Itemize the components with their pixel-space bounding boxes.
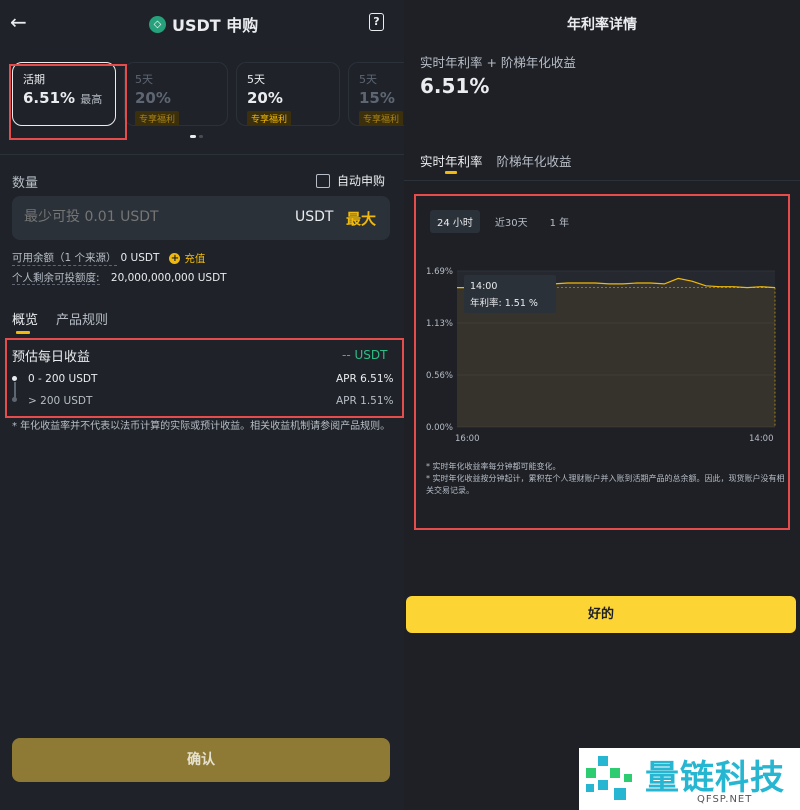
disclaimer-note: * 年化收益率并不代表以法币计算的实际或预计收益。相关收益机制请参阅产品规则。 xyxy=(12,421,391,432)
ok-button[interactable]: 好的 xyxy=(406,596,796,633)
back-arrow-icon[interactable]: ← xyxy=(10,12,28,32)
subscribe-panel: ← ◇ USDT 申购 ? 活期 6.51% 最高 5天 20% 专享福利 5天… xyxy=(0,0,404,810)
limit-label: 个人剩余可投额度: xyxy=(12,272,100,285)
term-name: 5天 xyxy=(247,73,265,86)
tab-overview[interactable]: 概览 xyxy=(12,309,38,334)
y-tick-label: 0.00% xyxy=(426,423,453,433)
page-title: ◇ USDT 申购 xyxy=(149,12,258,36)
balance-label: 可用余额（1 个来源） xyxy=(12,252,117,266)
term-rate: 20% xyxy=(135,89,171,107)
term-card-5d-2[interactable]: 5天 20% 专享福利 xyxy=(236,62,340,126)
max-button[interactable]: 最大 xyxy=(346,208,376,229)
tier-range: > 200 USDT xyxy=(28,395,93,407)
tooltip-time: 14:00 xyxy=(470,281,497,292)
rate-tabs: 实时年利率 阶梯年化收益 xyxy=(420,151,572,174)
y-tick-label: 1.69% xyxy=(426,267,453,277)
y-tick-label: 1.13% xyxy=(426,319,453,329)
term-badge: 专享福利 xyxy=(135,111,180,126)
carousel-dots xyxy=(190,135,203,138)
rate-subtitle: 实时年利率 + 阶梯年化收益 xyxy=(420,55,576,70)
amount-input[interactable] xyxy=(24,209,264,225)
recharge-link[interactable]: 充值 xyxy=(184,251,205,266)
rate-detail-title: 年利率详情 xyxy=(567,17,637,33)
term-name: 5天 xyxy=(135,73,153,86)
rate-chart-section: 24 小时 近30天 1 年 1.69% 1.13% 0.56% 0.00% 16:0… xyxy=(416,196,790,526)
info-tabs: 概览 产品规则 xyxy=(12,309,108,334)
help-icon[interactable]: ? xyxy=(369,13,384,31)
range-tabs: 24 小时 近30天 1 年 xyxy=(430,210,576,233)
tier-range: 0 - 200 USDT xyxy=(28,373,98,385)
tier-connector xyxy=(14,382,16,398)
rate-value: 6.51% xyxy=(420,74,490,98)
recharge-plus-icon[interactable]: + xyxy=(169,252,181,264)
term-badge: 专享福利 xyxy=(247,111,292,126)
estimate-value: -- USDT xyxy=(342,348,388,362)
y-tick-label: 0.56% xyxy=(426,371,453,381)
term-rate: 20% xyxy=(247,89,283,107)
tier-apr: APR 1.51% xyxy=(336,395,394,407)
page-title-text: USDT 申购 xyxy=(172,16,259,35)
divider xyxy=(0,154,404,155)
top-bar: ← ◇ USDT 申购 ? xyxy=(0,0,404,46)
term-card-5d-3[interactable]: 5天 15% 专享福利 xyxy=(348,62,404,126)
carousel-dot xyxy=(199,135,203,138)
range-30d[interactable]: 近30天 xyxy=(488,210,535,233)
tab-tiered-rate[interactable]: 阶梯年化收益 xyxy=(497,151,572,170)
remaining-limit: 个人剩余可投额度: 20,000,000,000 USDT xyxy=(12,270,227,285)
available-balance: 可用余额（1 个来源） 0 USDT + 充值 xyxy=(12,250,205,266)
term-name: 5天 xyxy=(359,73,377,86)
tab-product-rules[interactable]: 产品规则 xyxy=(56,309,108,328)
watermark-text: 量链科技 xyxy=(645,758,785,798)
watermark: 量链科技 QFSP.NET xyxy=(579,748,800,810)
x-tick-label: 14:00 xyxy=(749,434,774,444)
auto-subscribe-label: 自动申购 xyxy=(337,174,386,188)
divider xyxy=(404,180,800,181)
confirm-button[interactable]: 确认 xyxy=(12,738,390,782)
term-sub: 最高 xyxy=(80,93,103,106)
balance-value: 0 USDT xyxy=(120,252,160,264)
term-name: 活期 xyxy=(23,73,45,86)
tooltip-value: 年利率: 1.51 % xyxy=(470,297,538,309)
auto-subscribe-checkbox[interactable] xyxy=(316,173,330,188)
carousel-dot-active xyxy=(190,135,196,138)
chart-note-1: * 实时年化收益率每分钟都可能变化。 xyxy=(426,462,561,471)
tier-dot-active xyxy=(12,376,17,381)
rate-detail-panel: 年利率详情 实时年利率 + 阶梯年化收益 6.51% 实时年利率 阶梯年化收益 … xyxy=(404,0,800,810)
amount-unit: USDT xyxy=(295,209,334,225)
tier-apr: APR 6.51% xyxy=(336,373,394,385)
term-badge: 专享福利 xyxy=(359,111,404,126)
term-card-5d-1[interactable]: 5天 20% 专享福利 xyxy=(124,62,228,126)
tier-dot xyxy=(12,397,17,402)
term-card-flexible[interactable]: 活期 6.51% 最高 xyxy=(12,62,116,126)
estimate-title: 预估每日收益 xyxy=(12,350,91,365)
watermark-logo-icon xyxy=(586,756,632,800)
range-1y[interactable]: 1 年 xyxy=(543,210,577,233)
tab-realtime-rate[interactable]: 实时年利率 xyxy=(420,151,483,174)
term-rate: 15% xyxy=(359,89,395,107)
chart-note-2: * 实时年化收益按分钟起计，累积在个人理财账户并入账到活期产品的总余额。因此，现… xyxy=(426,474,785,495)
range-24h[interactable]: 24 小时 xyxy=(430,210,480,233)
watermark-url: QFSP.NET xyxy=(697,794,753,805)
auto-subscribe-toggle[interactable]: 自动申购 xyxy=(316,172,385,189)
amount-input-box[interactable]: USDT 最大 xyxy=(12,196,390,240)
x-tick-label: 16:00 xyxy=(455,434,480,444)
rate-line-chart[interactable]: 1.69% 1.13% 0.56% 0.00% 16:00 14:00 14:00 年利… xyxy=(416,256,790,446)
amount-label: 数量 xyxy=(12,176,39,191)
usdt-coin-icon: ◇ xyxy=(149,15,166,33)
chart-notes: * 实时年化收益率每分钟都可能变化。 * 实时年化收益按分钟起计，累积在个人理财… xyxy=(426,461,786,497)
chart-y-ticks: 1.69% 1.13% 0.56% 0.00% xyxy=(426,267,453,433)
chart-tooltip: 14:00 年利率: 1.51 % xyxy=(464,275,556,313)
limit-value: 20,000,000,000 USDT xyxy=(110,272,227,284)
chart-x-ticks: 16:00 14:00 xyxy=(455,434,774,444)
term-rate: 6.51% 最高 xyxy=(23,89,103,107)
